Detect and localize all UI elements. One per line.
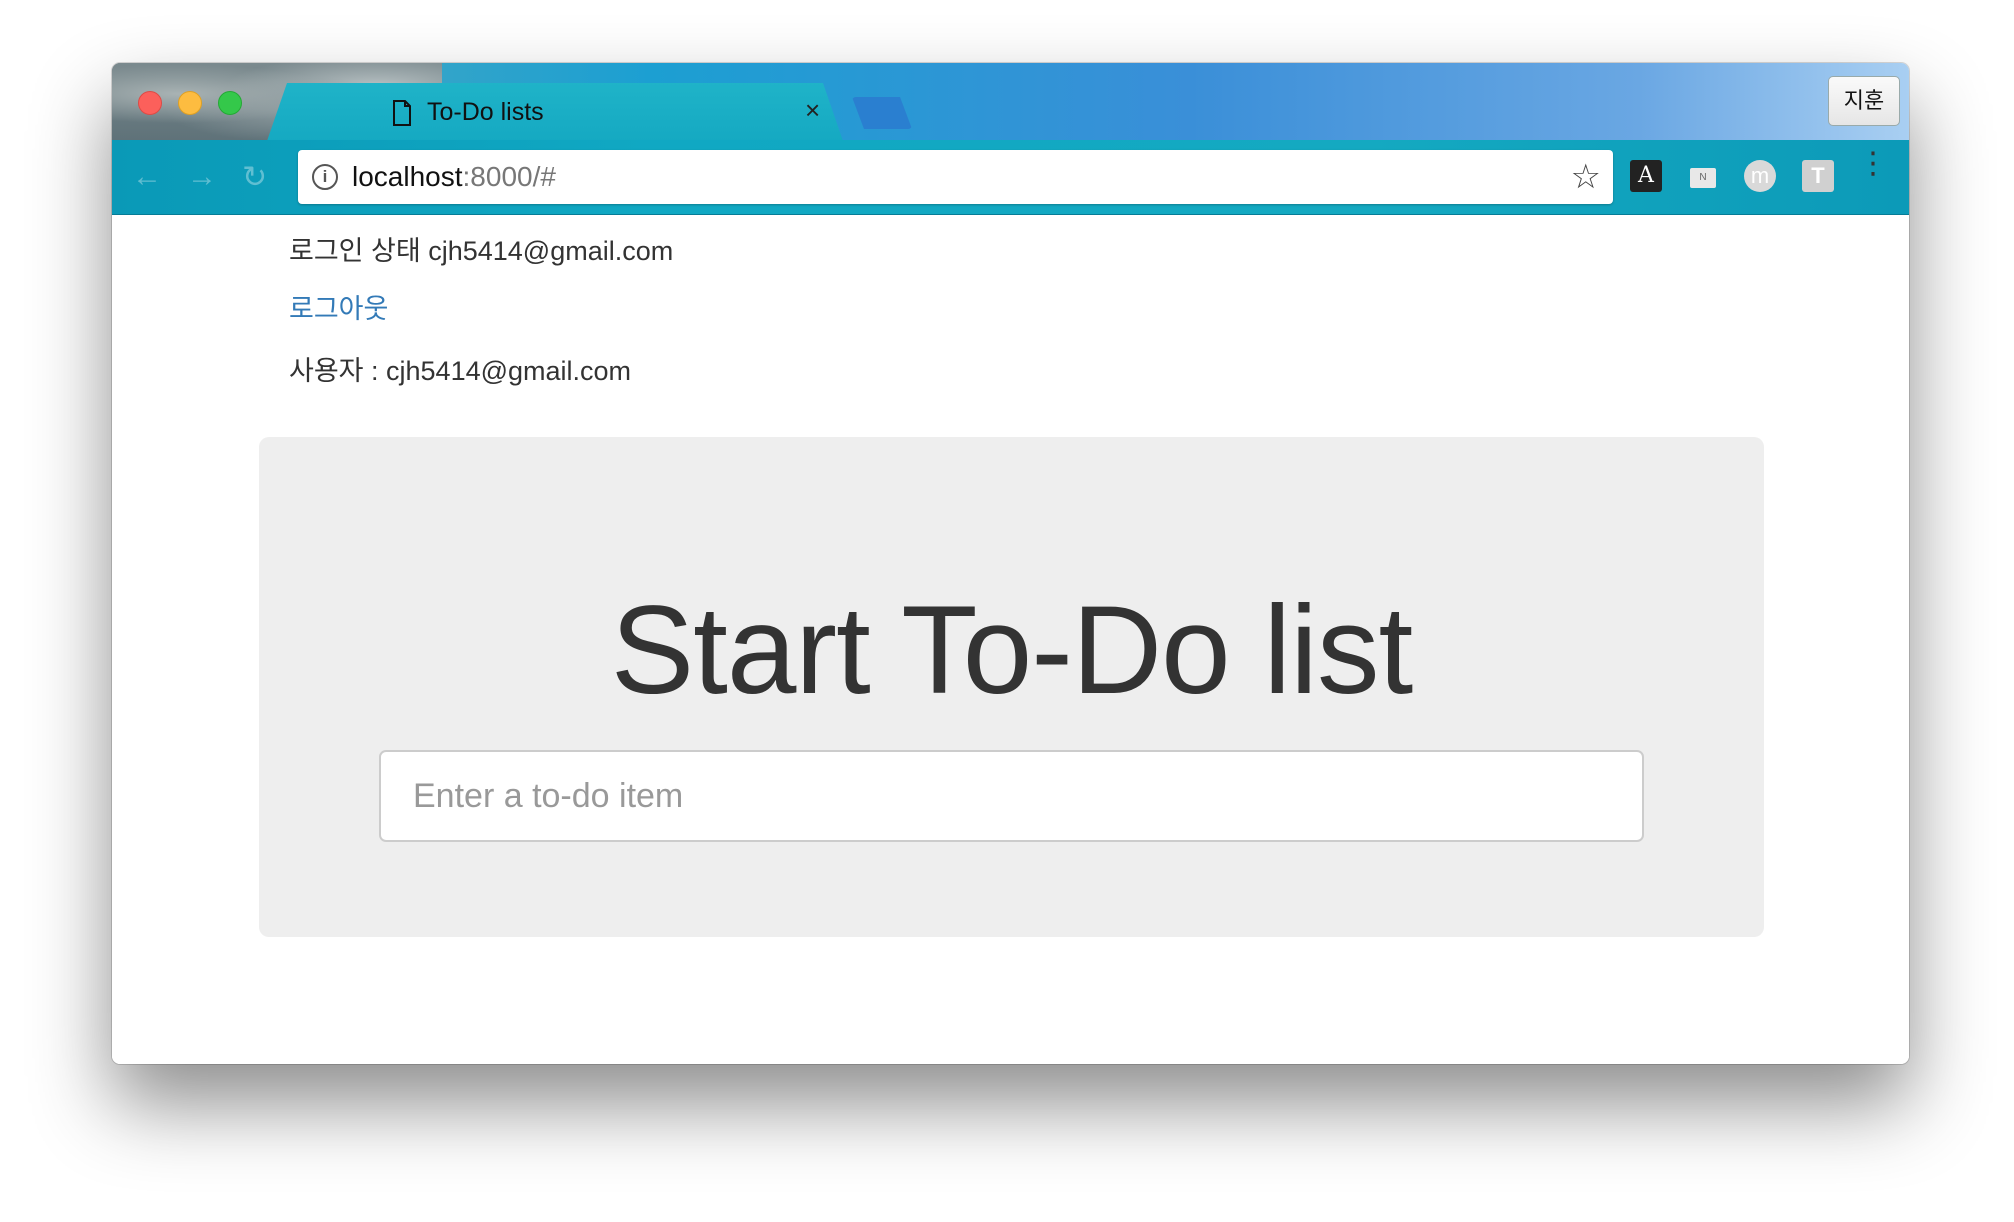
logout-link[interactable]: 로그아웃 — [289, 287, 388, 326]
tab-title: To-Do lists — [427, 98, 544, 126]
back-arrow-icon[interactable]: ← — [132, 160, 162, 194]
todo-input[interactable] — [379, 750, 1644, 842]
url-host: localhost — [352, 161, 463, 192]
profile-button[interactable]: 지훈 — [1828, 76, 1900, 126]
m-extension-icon[interactable]: m — [1744, 160, 1776, 192]
jumbotron: Start To-Do list — [259, 437, 1764, 937]
zoom-window-button[interactable] — [218, 91, 242, 115]
close-window-button[interactable] — [138, 91, 162, 115]
reload-icon[interactable]: ↻ — [242, 160, 267, 195]
address-bar[interactable]: i localhost:8000/# ☆ — [298, 150, 1613, 204]
browser-window: To-Do lists × 지훈 ← → ↻ i localhost:8000/… — [112, 63, 1909, 1064]
bookmark-star-icon[interactable]: ☆ — [1571, 157, 1601, 197]
page-title: Start To-Do list — [610, 581, 1413, 720]
minimize-window-button[interactable] — [178, 91, 202, 115]
site-info-icon[interactable]: i — [312, 164, 338, 190]
tab-close-icon[interactable]: × — [805, 95, 820, 126]
tab-todo-lists[interactable]: To-Do lists × — [267, 83, 843, 141]
tab-strip: To-Do lists × 지훈 — [112, 63, 1909, 141]
login-status-text: 로그인 상태 cjh5414@gmail.com — [289, 236, 674, 266]
forward-arrow-icon[interactable]: → — [187, 160, 217, 194]
dictionary-extension-icon[interactable]: A — [1630, 160, 1662, 192]
new-tab-button[interactable] — [852, 97, 912, 129]
url-path: :8000/# — [462, 161, 556, 192]
naver-extension-icon[interactable]: N — [1690, 168, 1716, 188]
page-icon — [392, 100, 412, 126]
browser-toolbar: ← → ↻ i localhost:8000/# ☆ A N m T ⋮ — [112, 140, 1909, 215]
menu-kebab-icon[interactable]: ⋮ — [1858, 149, 1888, 179]
user-text: 사용자 : cjh5414@gmail.com — [289, 356, 632, 386]
page-content: 로그인 상태 cjh5414@gmail.com 로그아웃 사용자 : cjh5… — [112, 215, 1909, 1064]
url-text[interactable]: localhost:8000/# — [352, 161, 556, 193]
t-extension-icon[interactable]: T — [1802, 160, 1834, 192]
